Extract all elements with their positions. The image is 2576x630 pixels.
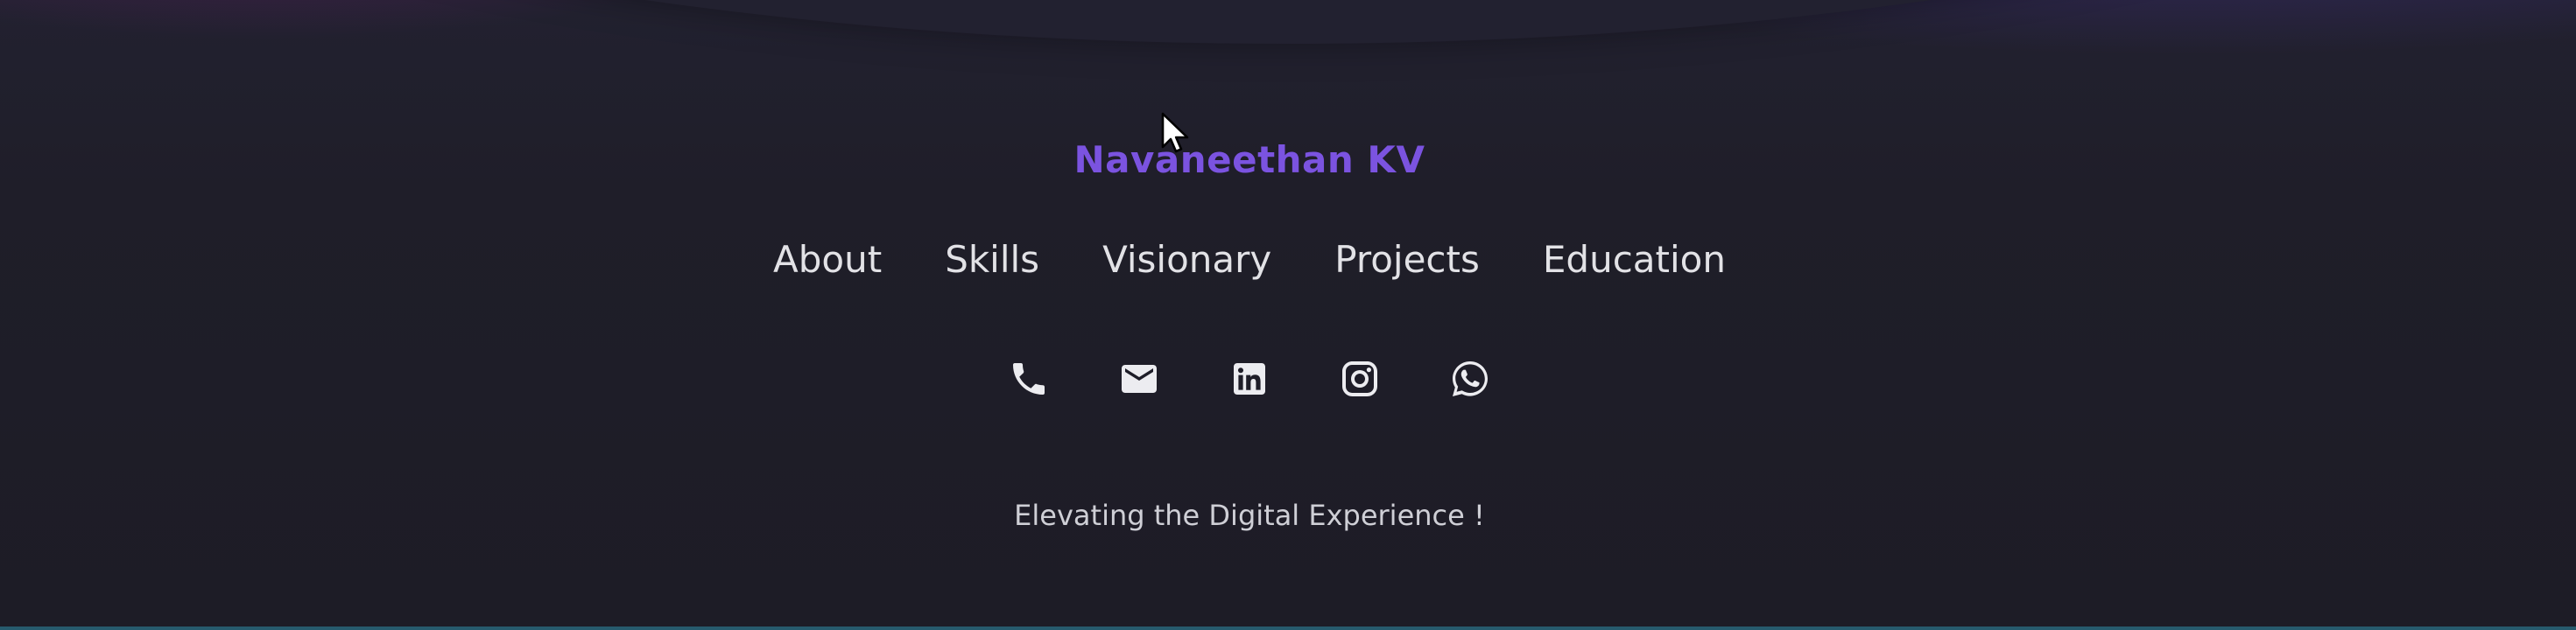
phone-link[interactable] [1007, 357, 1051, 401]
nav-link-visionary[interactable]: Visionary [1102, 238, 1271, 281]
site-footer: Navaneethan KV About Skills Visionary Pr… [0, 0, 2576, 630]
page: Navaneethan KV About Skills Visionary Pr… [0, 0, 2576, 630]
whatsapp-link[interactable] [1448, 357, 1492, 401]
footer-tagline: Elevating the Digital Experience ! [1014, 499, 1485, 532]
linkedin-icon [1234, 363, 1265, 395]
nav-link-education[interactable]: Education [1543, 238, 1726, 281]
nav-link-skills[interactable]: Skills [945, 238, 1039, 281]
mouse-cursor-icon [1161, 112, 1189, 153]
nav-link-projects[interactable]: Projects [1334, 238, 1480, 281]
brand-name[interactable]: Navaneethan KV [0, 138, 2499, 181]
nav-link-about[interactable]: About [773, 238, 882, 281]
instagram-link[interactable] [1338, 357, 1382, 401]
whatsapp-icon [1453, 361, 1488, 396]
linkedin-link[interactable] [1228, 357, 1271, 401]
email-link[interactable] [1117, 357, 1161, 401]
instagram-icon [1342, 361, 1377, 396]
email-icon [1122, 365, 1157, 393]
phone-icon [1013, 363, 1045, 395]
footer-nav: About Skills Visionary Projects Educatio… [0, 238, 2499, 281]
social-links [0, 357, 2499, 401]
bottom-accent-line [0, 626, 2576, 630]
